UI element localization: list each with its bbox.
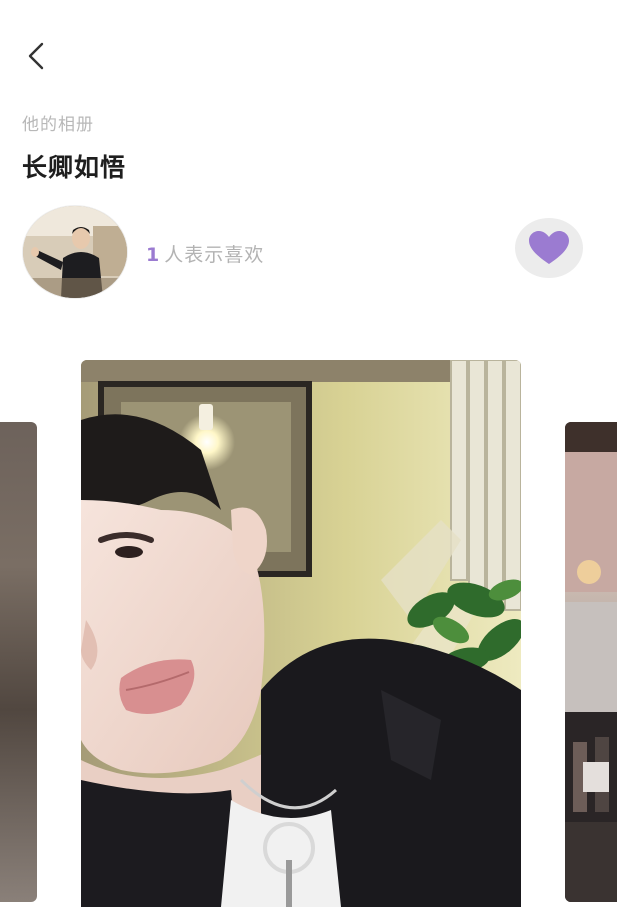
like-button[interactable] xyxy=(515,218,583,278)
carousel-card-previous[interactable] xyxy=(0,422,37,902)
likes-summary: 1 人表示喜欢 xyxy=(146,240,264,267)
avatar[interactable] xyxy=(23,206,127,298)
likes-count: 1 xyxy=(146,244,161,266)
album-title: 长卿如悟 xyxy=(22,153,127,182)
chevron-left-icon xyxy=(28,42,44,70)
avatar-photo xyxy=(23,206,127,298)
carousel-card-next[interactable] xyxy=(565,422,617,902)
carousel-card-current[interactable] xyxy=(81,360,521,907)
likes-text: 人表示喜欢 xyxy=(164,244,265,266)
heart-icon xyxy=(529,231,569,264)
next-photo xyxy=(565,422,617,902)
selfie-photo xyxy=(81,360,521,907)
back-button[interactable] xyxy=(14,34,58,78)
section-label: 他的相册 xyxy=(22,115,94,135)
